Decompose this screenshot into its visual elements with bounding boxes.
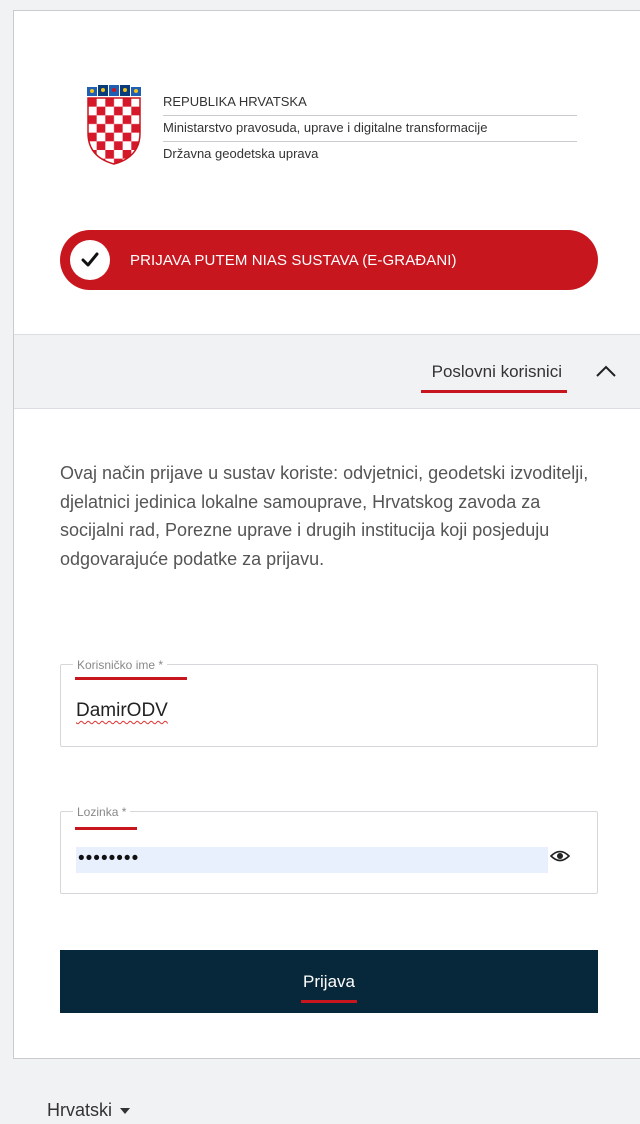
- login-card: REPUBLIKA HRVATSKA Ministarstvo pravosud…: [13, 10, 640, 1059]
- username-field[interactable]: Korisničko ime * DamirODV: [60, 658, 598, 747]
- password-label-underline: [75, 827, 137, 830]
- password-label: Lozinka *: [73, 805, 131, 819]
- caret-down-icon: [120, 1107, 131, 1114]
- eye-icon[interactable]: [550, 849, 570, 863]
- country-name: REPUBLIKA HRVATSKA: [163, 94, 577, 116]
- username-label-underline: [75, 677, 187, 680]
- check-icon: [70, 240, 110, 280]
- username-label: Korisničko ime *: [73, 658, 168, 672]
- nias-login-label: PRIJAVA PUTEM NIAS SUSTAVA (E-GRAĐANI): [130, 251, 457, 269]
- chevron-up-icon[interactable]: [595, 364, 617, 378]
- username-input[interactable]: DamirODV: [76, 700, 168, 722]
- submit-label-underline: [301, 1000, 357, 1003]
- password-field[interactable]: Lozinka * ••••••••: [60, 805, 598, 894]
- institution-header: REPUBLIKA HRVATSKA Ministarstvo pravosud…: [83, 85, 577, 167]
- business-users-section-header[interactable]: Poslovni korisnici: [14, 334, 640, 409]
- section-title: Poslovni korisnici: [431, 362, 562, 381]
- section-title-underline: [421, 390, 567, 393]
- agency-name: Državna geodetska uprava: [163, 146, 319, 161]
- language-selector[interactable]: Hrvatski: [47, 1100, 131, 1121]
- nias-login-button[interactable]: PRIJAVA PUTEM NIAS SUSTAVA (E-GRAĐANI): [60, 230, 598, 290]
- croatian-coat-of-arms-icon: [87, 85, 141, 165]
- login-submit-button[interactable]: Prijava: [60, 950, 598, 1013]
- ministry-name: Ministarstvo pravosuda, uprave i digital…: [163, 116, 577, 142]
- password-input[interactable]: ••••••••: [76, 847, 548, 873]
- login-description: Ovaj način prijave u sustav koriste: odv…: [60, 463, 589, 569]
- submit-label: Prijava: [303, 971, 355, 991]
- language-label: Hrvatski: [47, 1100, 113, 1120]
